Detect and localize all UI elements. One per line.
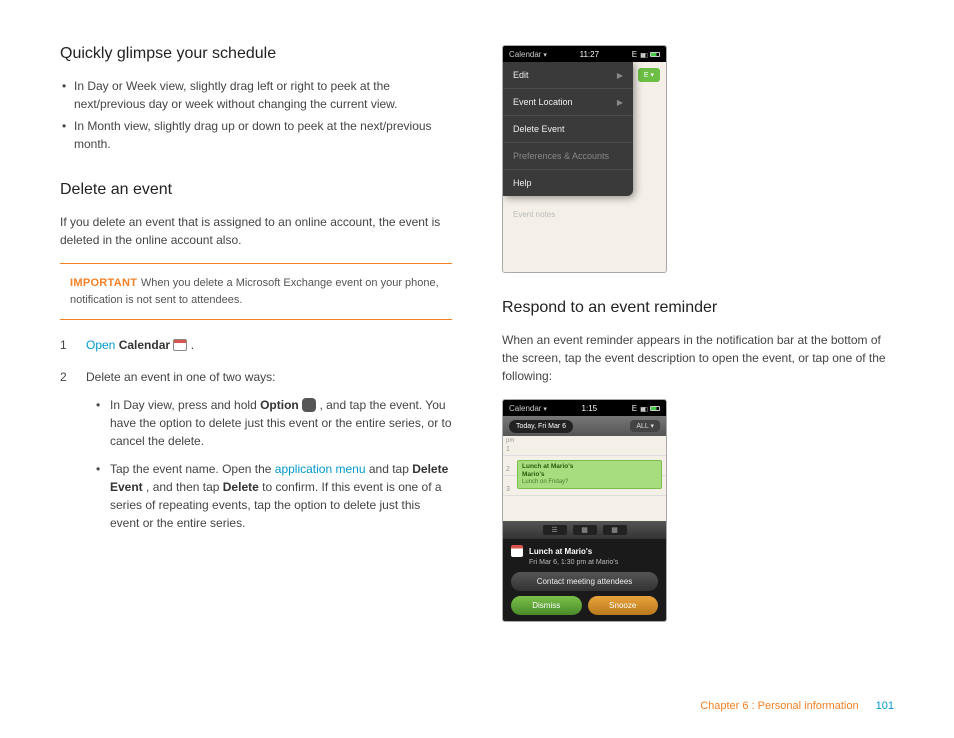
phone-statusbar: Calendar 1:15 E bbox=[503, 400, 666, 416]
view-switcher: ☰ ▦ ▦ bbox=[503, 521, 666, 539]
menu-item-delete-event[interactable]: Delete Event bbox=[503, 116, 633, 143]
right-column: Calendar 11:27 E E ▾ Edit ▶ Event Locati… bbox=[502, 45, 894, 648]
signal-icon bbox=[640, 50, 647, 59]
app-name: Calendar bbox=[509, 50, 547, 59]
heading-respond: Respond to an event reminder bbox=[502, 299, 894, 317]
option-key-icon bbox=[302, 398, 316, 412]
important-label: IMPORTANT bbox=[70, 277, 137, 289]
calendar-icon bbox=[511, 545, 523, 557]
menu-item-edit[interactable]: Edit ▶ bbox=[503, 62, 633, 89]
menu-item-prefs[interactable]: Preferences & Accounts bbox=[503, 143, 633, 170]
important-note: IMPORTANT When you delete a Microsoft Ex… bbox=[60, 263, 452, 320]
view-day-icon[interactable]: ☰ bbox=[543, 525, 567, 535]
app-menu: Edit ▶ Event Location ▶ Delete Event Pre… bbox=[503, 62, 633, 196]
battery-icon bbox=[650, 52, 660, 57]
chevron-right-icon: ▶ bbox=[617, 98, 623, 107]
step-1: 1 Open Calendar . bbox=[60, 336, 452, 354]
dismiss-button[interactable]: Dismiss bbox=[511, 596, 582, 615]
app-name: Calendar bbox=[509, 404, 547, 413]
battery-icon bbox=[650, 406, 660, 411]
clock: 11:27 bbox=[580, 50, 599, 59]
chevron-right-icon: ▶ bbox=[617, 71, 623, 80]
clock: 1:15 bbox=[582, 404, 598, 413]
snooze-button[interactable]: Snooze bbox=[588, 596, 659, 615]
notification-title[interactable]: Lunch at Mario's bbox=[529, 547, 592, 556]
page-number: 101 bbox=[876, 700, 894, 712]
phone-statusbar: Calendar 11:27 E bbox=[503, 46, 666, 62]
phone-screenshot-reminder: Calendar 1:15 E Today, Fri Mar 6 ALL ▾ p… bbox=[502, 399, 667, 622]
today-pill[interactable]: Today, Fri Mar 6 bbox=[509, 420, 573, 433]
bullet-item: In Day or Week view, slightly drag left … bbox=[60, 77, 452, 113]
heading-delete: Delete an event bbox=[60, 181, 452, 199]
glimpse-bullets: In Day or Week view, slightly drag left … bbox=[60, 77, 452, 153]
step-2: 2 Delete an event in one of two ways: In… bbox=[60, 368, 452, 532]
respond-intro: When an event reminder appears in the no… bbox=[502, 331, 894, 385]
chapter-label: Chapter 6 : Personal information bbox=[700, 700, 858, 712]
menu-item-location[interactable]: Event Location ▶ bbox=[503, 89, 633, 116]
page-footer: Chapter 6 : Personal information 101 bbox=[700, 700, 894, 712]
heading-glimpse: Quickly glimpse your schedule bbox=[60, 45, 452, 63]
sub-bullet: In Day view, press and hold Option , and… bbox=[96, 396, 452, 450]
day-view: pm 1 2 3 Lunch at Mario's Mario's Lunch … bbox=[503, 436, 666, 521]
bullet-item: In Month view, slightly drag up or down … bbox=[60, 117, 452, 153]
notification-subtitle: Fri Mar 6, 1:30 pm at Mario's bbox=[529, 559, 658, 566]
calendar-icon bbox=[173, 339, 187, 351]
signal-icon bbox=[640, 404, 647, 413]
new-event-button[interactable]: E ▾ bbox=[638, 68, 660, 82]
day-header: Today, Fri Mar 6 ALL ▾ bbox=[503, 416, 666, 436]
contact-attendees-button[interactable]: Contact meeting attendees bbox=[511, 572, 658, 591]
delete-intro: If you delete an event that is assigned … bbox=[60, 213, 452, 249]
event-notes-placeholder: Event notes bbox=[513, 210, 555, 219]
calendar-event[interactable]: Lunch at Mario's Mario's Lunch on Friday… bbox=[517, 460, 662, 489]
phone-screenshot-menu: Calendar 11:27 E E ▾ Edit ▶ Event Locati… bbox=[502, 45, 667, 273]
left-column: Quickly glimpse your schedule In Day or … bbox=[60, 45, 452, 648]
reminder-notification: Lunch at Mario's Fri Mar 6, 1:30 pm at M… bbox=[503, 539, 666, 621]
calendar-filter[interactable]: ALL ▾ bbox=[630, 420, 660, 432]
menu-item-help[interactable]: Help bbox=[503, 170, 633, 196]
application-menu-link[interactable]: application menu bbox=[275, 462, 366, 476]
carrier-label: E bbox=[632, 404, 637, 413]
carrier-label: E bbox=[632, 50, 637, 59]
delete-steps: 1 Open Calendar . 2 Delete an event in o… bbox=[60, 336, 452, 532]
view-week-icon[interactable]: ▦ bbox=[573, 525, 597, 535]
calendar-label: Calendar bbox=[119, 338, 170, 352]
sub-bullet: Tap the event name. Open the application… bbox=[96, 460, 452, 532]
open-link[interactable]: Open bbox=[86, 338, 115, 352]
view-month-icon[interactable]: ▦ bbox=[603, 525, 627, 535]
